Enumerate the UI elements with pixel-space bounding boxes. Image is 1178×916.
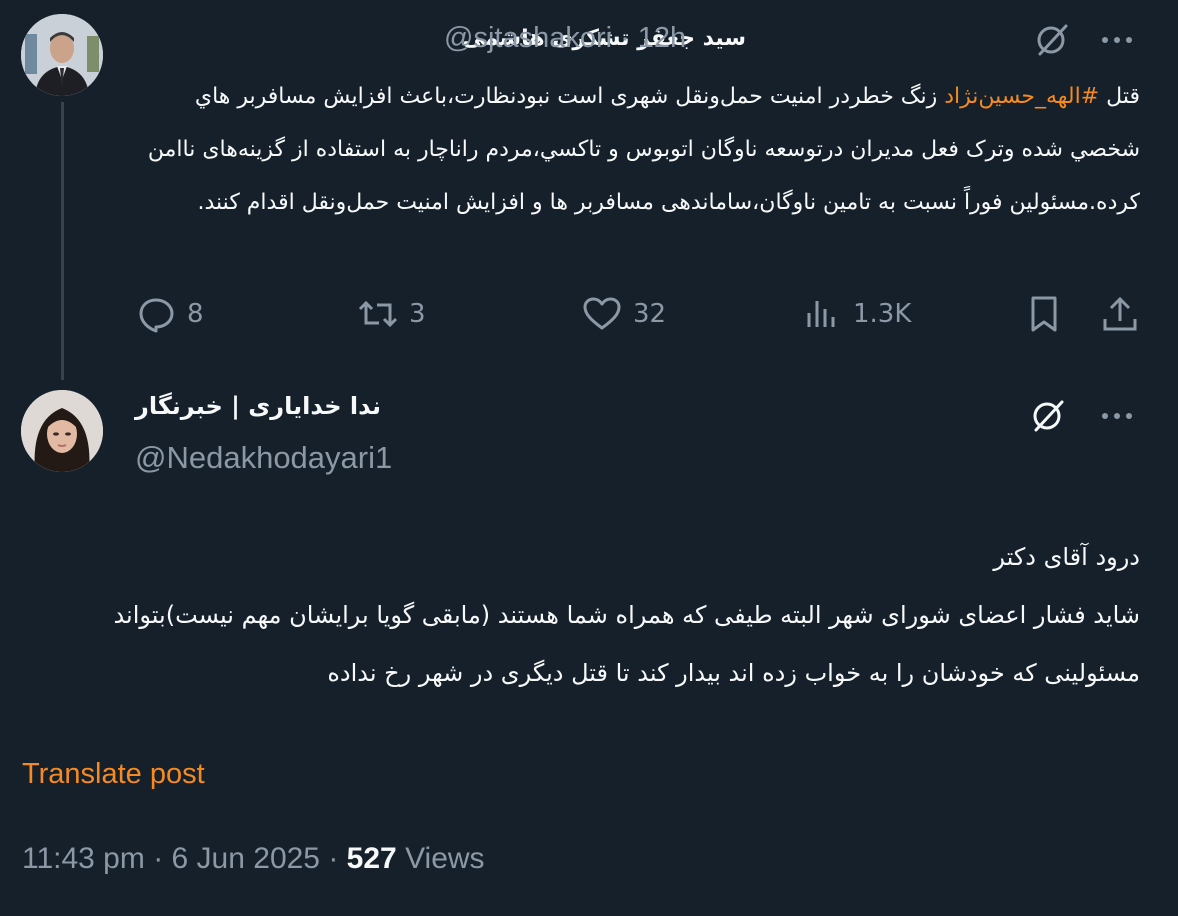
avatar-image bbox=[21, 14, 103, 96]
reply-icon bbox=[139, 298, 174, 333]
meta-separator: · bbox=[620, 21, 630, 54]
reply-text: درود آقای دکتر شاید فشار اعضای شورای شهر… bbox=[20, 528, 1140, 702]
grok-icon[interactable] bbox=[1034, 22, 1070, 58]
views-button[interactable]: 1.3K bbox=[801, 288, 911, 340]
post-time[interactable]: 11:43 pm bbox=[22, 842, 145, 875]
grok-icon[interactable] bbox=[1030, 398, 1066, 434]
reply-button[interactable]: 8 bbox=[135, 288, 204, 340]
reply-greeting: درود آقای دکتر bbox=[993, 543, 1140, 571]
post-text: قتل #الهه_حسین‌نژاد زنگ خطردر امنیت حمل‌… bbox=[140, 70, 1140, 229]
post-date[interactable]: 6 Jun 2025 bbox=[172, 842, 320, 875]
post-actions: 8 3 32 1.3K bbox=[135, 288, 1145, 340]
reply-count: 8 bbox=[187, 299, 204, 329]
meta-separator: · bbox=[153, 842, 172, 875]
post-meta: @sjtashakori · 12h bbox=[444, 18, 686, 58]
share-icon bbox=[1103, 296, 1137, 331]
reply-author-avatar[interactable] bbox=[21, 390, 103, 472]
repost-button[interactable]: 3 bbox=[357, 288, 426, 340]
hashtag-link[interactable]: #الهه_حسین‌نژاد bbox=[944, 84, 1099, 109]
author-avatar[interactable] bbox=[21, 14, 103, 96]
views-label: Views bbox=[405, 842, 485, 875]
post-time[interactable]: 12h bbox=[638, 22, 686, 55]
author-handle[interactable]: @sjtashakori bbox=[444, 22, 612, 55]
repost-icon bbox=[358, 300, 398, 328]
post-footer: 11:43 pm · 6 Jun 2025 · 527 Views bbox=[22, 842, 485, 876]
like-button[interactable]: 32 bbox=[581, 288, 666, 340]
reply-author-handle[interactable]: @Nedakhodayari1 bbox=[135, 440, 392, 476]
repost-count: 3 bbox=[409, 299, 426, 329]
post-text-prefix: قتل bbox=[1099, 84, 1140, 109]
thread-connector-line bbox=[61, 102, 64, 380]
reply-body: شاید فشار اعضای شورای شهر البته طیفی که … bbox=[113, 601, 1140, 687]
like-icon bbox=[583, 297, 621, 330]
more-icon[interactable] bbox=[1100, 30, 1134, 50]
reply-author-name[interactable]: ندا خدایاری | خبرنگار bbox=[135, 392, 435, 420]
views-number: 527 bbox=[346, 842, 397, 875]
translate-post-link[interactable]: Translate post bbox=[22, 758, 205, 791]
views-count: 1.3K bbox=[853, 299, 912, 329]
bookmark-icon bbox=[1031, 296, 1057, 332]
meta-separator: · bbox=[328, 842, 347, 875]
share-button[interactable] bbox=[1099, 288, 1141, 340]
more-icon[interactable] bbox=[1100, 406, 1134, 426]
bookmark-button[interactable] bbox=[1023, 288, 1065, 340]
avatar-image bbox=[21, 390, 103, 472]
like-count: 32 bbox=[633, 299, 667, 329]
views-icon bbox=[807, 301, 835, 327]
